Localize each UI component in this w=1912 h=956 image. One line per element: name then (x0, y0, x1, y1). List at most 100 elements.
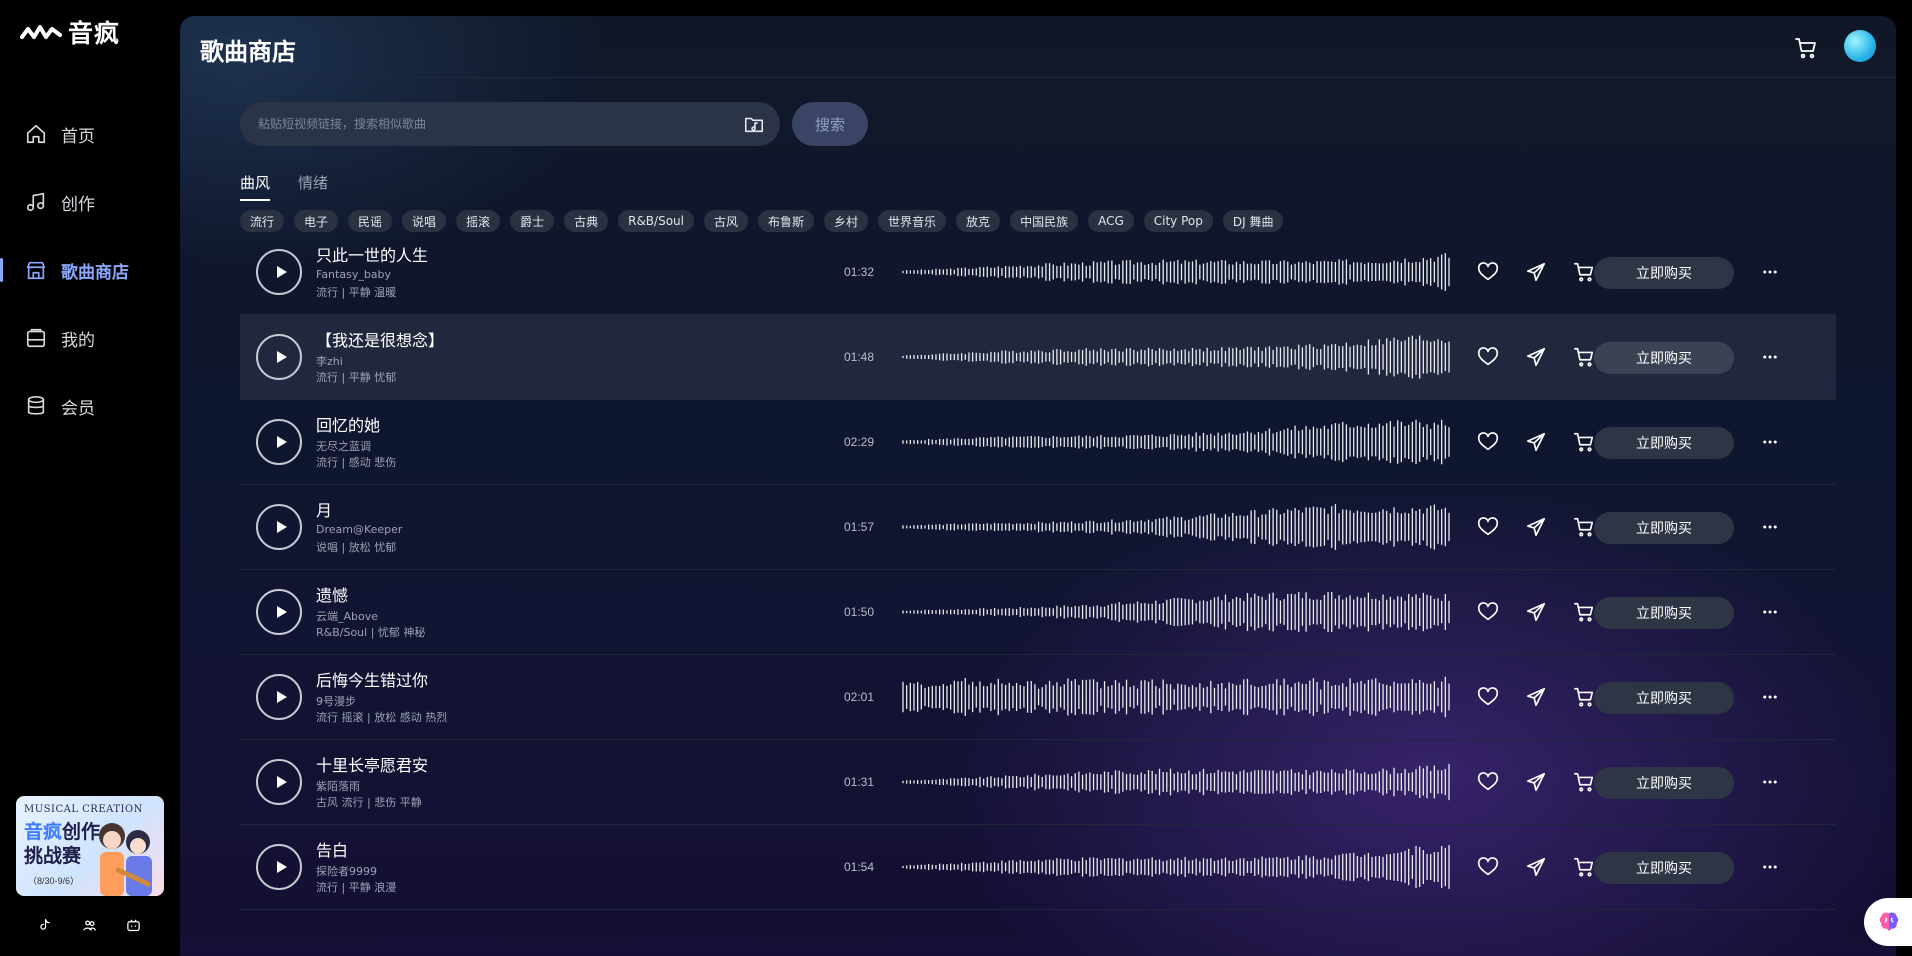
song-row[interactable]: 回忆的她 无尽之蓝调 流行 | 感动 悲伤 02:29 立即购买 (240, 400, 1836, 485)
genre-chip[interactable]: DJ 舞曲 (1222, 210, 1284, 232)
add-to-cart-icon[interactable] (1572, 515, 1596, 539)
challenge-banner[interactable]: MUSICAL CREATION 音疯创作 挑战赛 （8/30-9/6） (16, 796, 164, 896)
add-to-cart-icon[interactable] (1572, 345, 1596, 369)
genre-chip[interactable]: 世界音乐 (878, 210, 947, 232)
buy-now-button[interactable]: 立即购买 (1594, 342, 1734, 374)
song-row[interactable]: 后悔今生错过你 9号漫步 流行 摇滚 | 放松 感动 热烈 02:01 立即购买 (240, 655, 1836, 740)
favorite-icon[interactable] (1476, 855, 1500, 879)
genre-chip[interactable]: 放克 (956, 210, 1001, 232)
waveform[interactable] (902, 331, 1450, 383)
genre-chip[interactable]: ACG (1088, 210, 1134, 232)
add-to-cart-icon[interactable] (1572, 600, 1596, 624)
add-to-cart-icon[interactable] (1572, 430, 1596, 454)
genre-chip[interactable]: 摇滚 (456, 210, 501, 232)
song-artist[interactable]: Dream@Keeper (316, 523, 402, 536)
play-button[interactable] (256, 334, 302, 380)
share-icon[interactable] (1524, 600, 1548, 624)
waveform[interactable] (902, 416, 1450, 468)
more-options-icon[interactable] (1758, 600, 1782, 624)
genre-chip[interactable]: 古风 (703, 210, 748, 232)
song-title[interactable]: 回忆的她 (316, 412, 380, 436)
favorite-icon[interactable] (1476, 600, 1500, 624)
song-title[interactable]: 月 (316, 497, 332, 521)
play-button[interactable] (256, 844, 302, 890)
song-artist[interactable]: 紫陌落雨 (316, 778, 360, 794)
tab-genre[interactable]: 曲风 (240, 172, 271, 201)
play-button[interactable] (256, 589, 302, 635)
song-title[interactable]: 后悔今生错过你 (316, 667, 428, 691)
genre-chip[interactable]: 说唱 (402, 210, 447, 232)
genre-chip[interactable]: 民谣 (348, 210, 393, 232)
favorite-icon[interactable] (1476, 345, 1500, 369)
buy-now-button[interactable]: 立即购买 (1594, 852, 1734, 884)
favorite-icon[interactable] (1476, 430, 1500, 454)
share-icon[interactable] (1524, 430, 1548, 454)
song-artist[interactable]: Fantasy_baby (316, 268, 391, 281)
share-icon[interactable] (1524, 855, 1548, 879)
sidebar-item-store[interactable]: 歌曲商店 (0, 236, 180, 304)
more-options-icon[interactable] (1758, 345, 1782, 369)
more-options-icon[interactable] (1758, 685, 1782, 709)
tiktok-icon[interactable] (36, 916, 54, 934)
buy-now-button[interactable]: 立即购买 (1594, 427, 1734, 459)
share-icon[interactable] (1524, 345, 1548, 369)
avatar[interactable] (1844, 30, 1876, 62)
genre-chip[interactable]: 电子 (294, 210, 339, 232)
song-title[interactable]: 遗憾 (316, 582, 348, 606)
genre-chip[interactable]: City Pop (1143, 210, 1213, 232)
bilibili-icon[interactable] (124, 916, 142, 934)
share-icon[interactable] (1524, 685, 1548, 709)
add-to-cart-icon[interactable] (1572, 260, 1596, 284)
buy-now-button[interactable]: 立即购买 (1594, 597, 1734, 629)
genre-chip[interactable]: 爵士 (510, 210, 555, 232)
song-title[interactable]: 十里长亭愿君安 (316, 752, 428, 776)
song-row[interactable]: 【我还是很想念】 李zhi 流行 | 平静 忧郁 01:48 立即购买 (240, 315, 1836, 400)
song-row[interactable]: 告白 探险者9999 流行 | 平静 浪漫 01:54 立即购买 (240, 825, 1836, 910)
favorite-icon[interactable] (1476, 260, 1500, 284)
add-to-cart-icon[interactable] (1572, 770, 1596, 794)
waveform[interactable] (902, 586, 1450, 638)
buy-now-button[interactable]: 立即购买 (1594, 512, 1734, 544)
community-icon[interactable] (80, 916, 98, 934)
search-input[interactable] (258, 102, 718, 146)
share-icon[interactable] (1524, 770, 1548, 794)
song-title[interactable]: 告白 (316, 837, 348, 861)
song-row[interactable]: 只此一世的人生 Fantasy_baby 流行 | 平静 温暖 01:32 立即购买 (240, 230, 1836, 315)
favorite-icon[interactable] (1476, 685, 1500, 709)
genre-chip[interactable]: 布鲁斯 (758, 210, 815, 232)
song-artist[interactable]: 探险者9999 (316, 863, 377, 879)
waveform[interactable] (902, 671, 1450, 723)
genre-chip[interactable]: R&B/Soul (618, 210, 694, 232)
tab-mood[interactable]: 情绪 (298, 172, 328, 201)
more-options-icon[interactable] (1758, 430, 1782, 454)
genre-chip[interactable]: 中国民族 (1010, 210, 1079, 232)
song-artist[interactable]: 无尽之蓝调 (316, 438, 371, 454)
more-options-icon[interactable] (1758, 770, 1782, 794)
waveform[interactable] (902, 501, 1450, 553)
share-icon[interactable] (1524, 515, 1548, 539)
sidebar-item-membership[interactable]: 会员 (0, 372, 180, 440)
add-to-cart-icon[interactable] (1572, 685, 1596, 709)
sidebar-item-mine[interactable]: 我的 (0, 304, 180, 372)
play-button[interactable] (256, 249, 302, 295)
more-options-icon[interactable] (1758, 515, 1782, 539)
buy-now-button[interactable]: 立即购买 (1594, 767, 1734, 799)
sidebar-item-home[interactable]: 首页 (0, 100, 180, 168)
play-button[interactable] (256, 419, 302, 465)
more-options-icon[interactable] (1758, 855, 1782, 879)
share-icon[interactable] (1524, 260, 1548, 284)
song-title[interactable]: 【我还是很想念】 (316, 327, 444, 351)
cart-icon[interactable] (1794, 36, 1818, 60)
genre-chip[interactable]: 古典 (564, 210, 609, 232)
music-file-icon[interactable] (743, 113, 765, 135)
song-row[interactable]: 十里长亭愿君安 紫陌落雨 古风 流行 | 悲伤 平静 01:31 立即购买 (240, 740, 1836, 825)
song-row[interactable]: 遗憾 云端_Above R&B/Soul | 忧郁 神秘 01:50 立即购买 (240, 570, 1836, 655)
app-logo[interactable]: 音疯 (20, 14, 120, 50)
favorite-icon[interactable] (1476, 515, 1500, 539)
ai-assistant-button[interactable] (1864, 898, 1912, 946)
genre-chip[interactable]: 流行 (240, 210, 285, 232)
play-button[interactable] (256, 504, 302, 550)
buy-now-button[interactable]: 立即购买 (1594, 257, 1734, 289)
play-button[interactable] (256, 759, 302, 805)
waveform[interactable] (902, 246, 1450, 298)
